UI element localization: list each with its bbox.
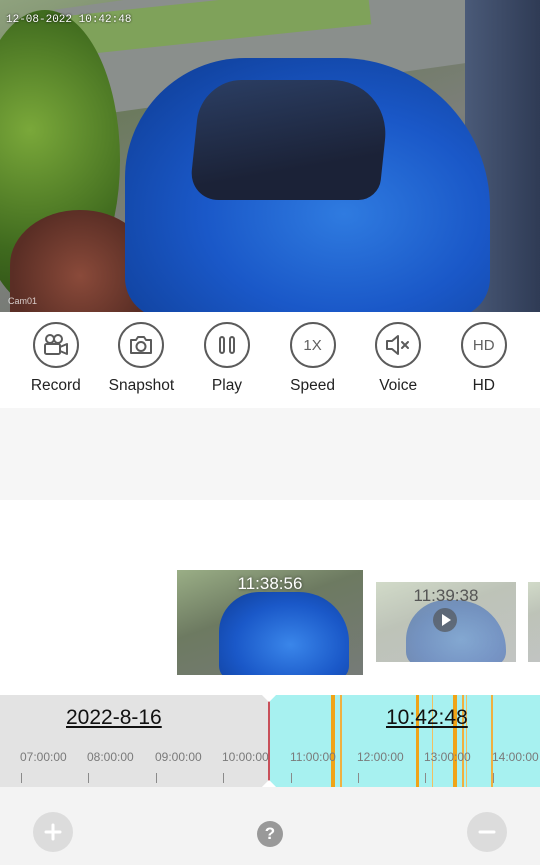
snapshot-label: Snapshot [108, 377, 175, 394]
record-label: Record [30, 377, 81, 394]
video-camera-icon [32, 322, 79, 368]
timeline[interactable]: 2022-8-16 10:42:48 07:00:00 08:00:00 09:… [0, 687, 540, 795]
play-overlay-icon [433, 608, 457, 632]
tick-mark [291, 773, 292, 783]
voice-button[interactable]: Voice [355, 322, 441, 402]
tick-label: 10:00:00 [222, 750, 269, 764]
tick-mark [223, 773, 224, 783]
speed-icon-text: 1X [303, 336, 322, 354]
tick-mark [88, 773, 89, 783]
hd-button[interactable]: HD HD [441, 322, 527, 402]
tick-mark [156, 773, 157, 783]
tick-mark [425, 773, 426, 783]
minus-icon [478, 830, 496, 834]
record-button[interactable]: Record [13, 322, 99, 402]
thumbnail-time: 11:38:56 [237, 574, 303, 593]
video-player[interactable]: 12-08-2022 10:42:48 Cam01 [0, 0, 540, 312]
tick-mark [493, 773, 494, 783]
pause-icon [203, 322, 250, 368]
zoom-in-button[interactable] [33, 812, 73, 852]
tick-mark [358, 773, 359, 783]
video-scene-windshield [188, 80, 392, 200]
tick-label: 07:00:00 [20, 750, 67, 764]
event-thumbnail-partial[interactable] [528, 582, 540, 662]
hd-icon: HD [460, 322, 507, 368]
tick-label: 09:00:00 [155, 750, 202, 764]
help-button[interactable]: ? [257, 821, 283, 847]
camera-icon [118, 322, 165, 368]
speaker-muted-icon [375, 322, 422, 368]
zoom-out-button[interactable] [467, 812, 507, 852]
speed-icon: 1X [289, 322, 336, 368]
thumbnail-car [219, 592, 349, 675]
thumbnail-time: 11:39:38 [413, 586, 479, 605]
bottom-controls: ? [0, 787, 540, 865]
playback-toolbar: Record Snapshot Play 1X Speed Voice HD H… [0, 322, 540, 402]
playback-screen: 12-08-2022 10:42:48 Cam01 Record Snapsho… [0, 0, 540, 865]
hd-icon-text: HD [472, 336, 495, 354]
play-label: Play [211, 377, 243, 394]
tick-label: 13:00:00 [424, 750, 471, 764]
tick-label: 08:00:00 [87, 750, 134, 764]
speed-button[interactable]: 1X Speed [270, 322, 356, 402]
hd-label: HD [472, 377, 495, 394]
event-thumbnail[interactable]: 11:39:38 [376, 582, 516, 662]
spacer-panel [0, 408, 540, 500]
tick-mark [21, 773, 22, 783]
event-marker [340, 695, 342, 787]
voice-label: Voice [379, 377, 418, 394]
speed-label: Speed [290, 377, 335, 394]
video-watermark: Cam01 [8, 296, 38, 306]
snapshot-button[interactable]: Snapshot [99, 322, 185, 402]
event-marker [331, 695, 335, 787]
thumbnail-image [528, 582, 540, 662]
tick-label: 14:00:00 [492, 750, 539, 764]
play-button[interactable]: Play [184, 322, 270, 402]
video-timestamp: 12-08-2022 10:42:48 [6, 14, 132, 26]
timeline-date[interactable]: 2022-8-16 [66, 706, 162, 730]
tick-label: 12:00:00 [357, 750, 404, 764]
tick-label: 11:00:00 [290, 750, 336, 764]
plus-icon [44, 823, 62, 841]
event-thumbnail[interactable]: 11:38:56 [177, 570, 363, 675]
timeline-cursor[interactable] [268, 695, 270, 787]
timeline-current-time[interactable]: 10:42:48 [386, 706, 468, 730]
